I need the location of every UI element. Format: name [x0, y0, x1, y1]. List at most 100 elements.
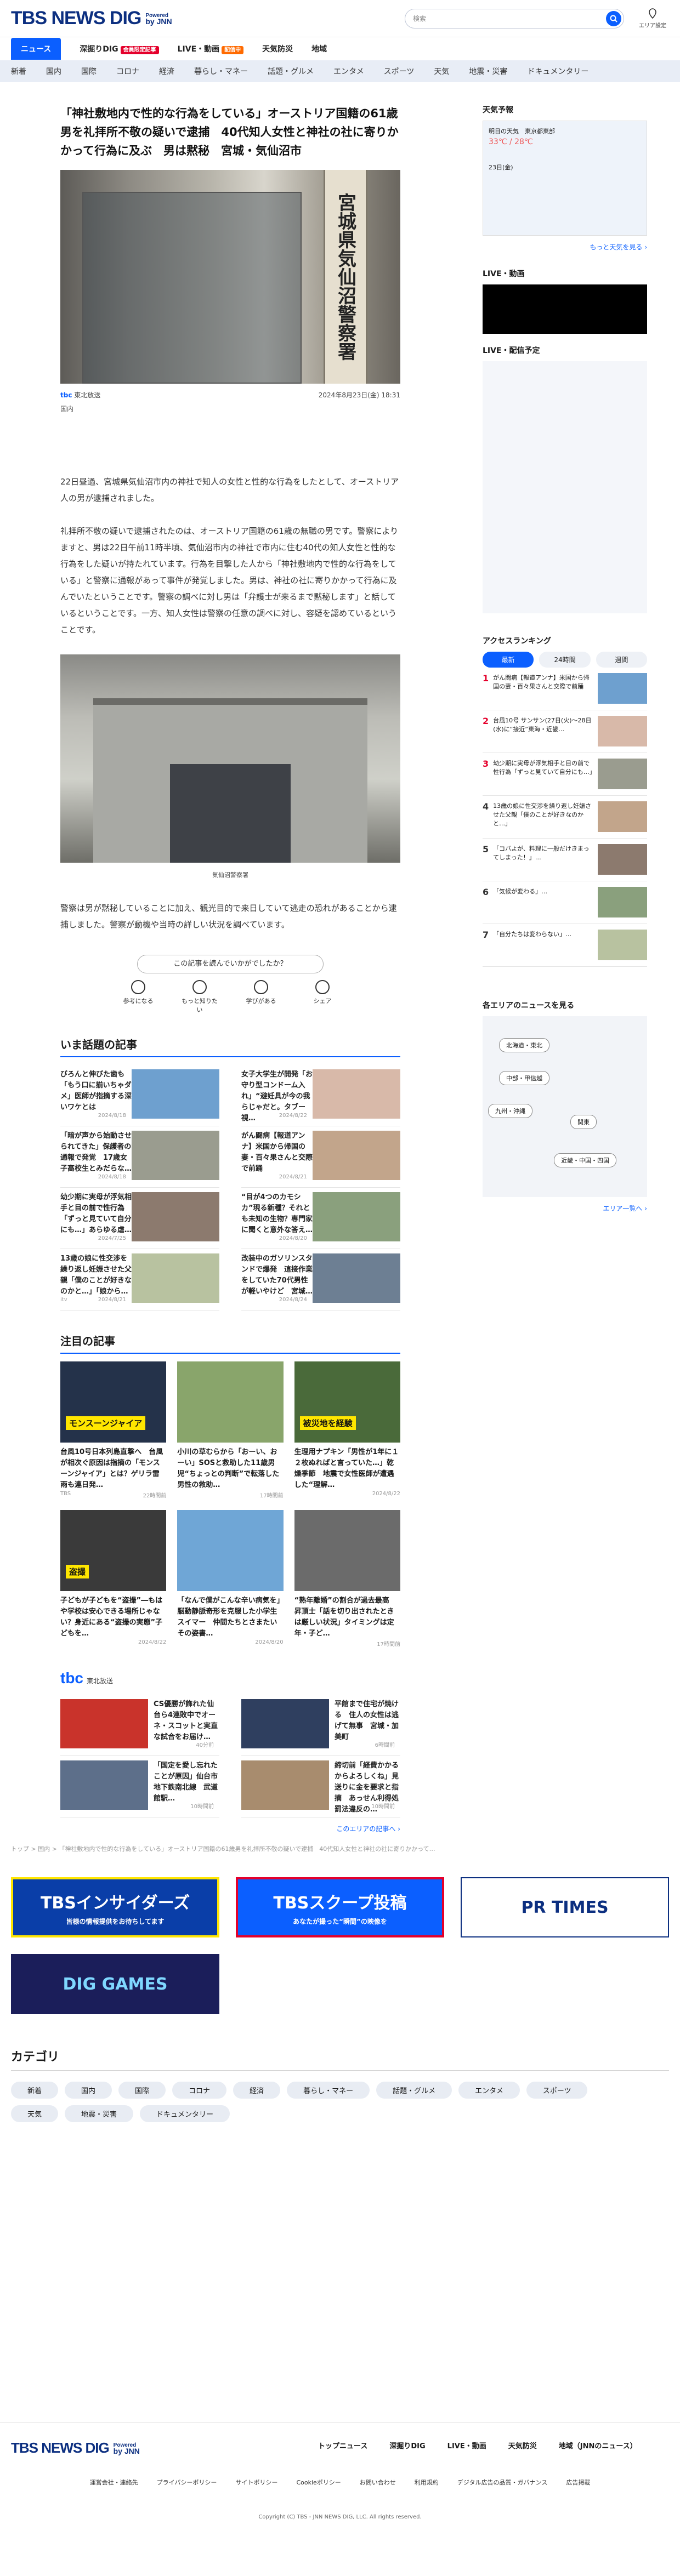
ranking-item[interactable]: 7 「自分たちは変わらない」… — [483, 924, 647, 967]
list-item[interactable]: 女子大学生が開発「お守り型コンドーム入れ」“避妊具が今の我らじゃだと。タブー視…… — [241, 1065, 400, 1126]
list-item[interactable]: CS優勝が飾れた仙台ら4連敗中でオーネ・スコットと実直な試合をお届け… 40分前 — [60, 1695, 219, 1756]
category-chip[interactable]: コロナ — [172, 2082, 227, 2099]
category-chip[interactable]: 話題・グルメ — [376, 2082, 452, 2099]
area-button[interactable]: 関東 — [570, 1115, 597, 1129]
footer-sub-link[interactable]: 利用規約 — [415, 2478, 439, 2487]
subnav-item[interactable]: 新着 — [11, 66, 26, 77]
weather-card[interactable]: 明日の天気 東京都東部 33℃ / 28℃ 23日(金) — [483, 121, 647, 236]
footer-sub-link[interactable]: サイトポリシー — [235, 2478, 277, 2487]
area-list-link[interactable]: エリア一覧へ › — [483, 1204, 647, 1213]
category-chip[interactable]: 新着 — [11, 2082, 59, 2099]
subnav-item[interactable]: 暮らし・マネー — [194, 66, 248, 77]
subnav-item[interactable]: 地震・災害 — [469, 66, 507, 77]
search-icon[interactable] — [606, 10, 621, 26]
category-heading: カテゴリ — [11, 2047, 669, 2071]
area-button[interactable]: 九州・沖縄 — [488, 1104, 532, 1118]
category-chip[interactable]: ドキュメンタリー — [140, 2105, 230, 2122]
list-item[interactable]: “目が4つのカモシカ”現る新種？それとも未知の生物？専門家に聞くと意外な答え… 2… — [241, 1188, 400, 1249]
category-chip[interactable]: エンタメ — [458, 2082, 520, 2099]
list-item[interactable]: 13歳の娘に性交渉を繰り返し妊娠させた父親「僕のことが好きなのかと…」「娘から…… — [60, 1249, 219, 1310]
ranking-item[interactable]: 6 「気候が変わる」… — [483, 881, 647, 924]
featured-card[interactable]: モンスーンジャイア 台風10号日本列島直撃へ 台風が相次ぐ原因は指摘の「モンスーン… — [60, 1361, 167, 1499]
subnav-item[interactable]: 話題・グルメ — [268, 66, 314, 77]
article-source[interactable]: tbc 東北放送 — [60, 390, 100, 400]
featured-card[interactable]: 被災地を経験 生理用ナプキン「男性が1年に１２枚ぬればと言っていた…」乾燥季節 地… — [294, 1361, 400, 1499]
list-item[interactable]: 「暗が声から始動させられてきた」保護者の通報で発覚 17歳女子高校生とみだらな…… — [60, 1126, 219, 1188]
list-item[interactable]: 締切前「経費かかるからよろしくね」見送りに金を要求と指摘 あっせん利得処罰法違反… — [241, 1756, 400, 1817]
subnav-item[interactable]: 国際 — [81, 66, 97, 77]
subnav-item[interactable]: エンタメ — [333, 66, 364, 77]
area-button[interactable]: 近畿・中国・四国 — [554, 1153, 616, 1167]
footer-sub-link[interactable]: お問い合わせ — [360, 2478, 396, 2487]
footer-sub-link[interactable]: デジタル広告の品質・ガバナンス — [457, 2478, 548, 2487]
banner-1[interactable]: TBSスクープ投稿 あなたが撮った“瞬間”の映像を — [236, 1877, 444, 1937]
live-schedule-list[interactable] — [483, 361, 647, 613]
ranking-item[interactable]: 1 がん闘病【報道アンナ】米国から帰国の妻・百々果さんと交際で前踊 — [483, 668, 647, 710]
article-category[interactable]: 国内 — [60, 404, 400, 413]
live-player[interactable] — [483, 284, 647, 334]
ranking-item[interactable]: 3 幼少期に実母が浮気相手と目の前で性行為「ずっと見ていて自分にも…」 — [483, 753, 647, 796]
list-item[interactable]: びろんと伸びた歯も「もう口に揃いちゃダメ」医師が指摘する深いワケとは 2024/8… — [60, 1065, 219, 1126]
featured-card[interactable]: “熟年離婚”の割合が過去最高 昇頂士「話を切り出されたときは厳しい状況」タイミン… — [294, 1510, 400, 1648]
list-item[interactable]: 幼少期に実母が浮気相手と目の前で性行為「ずっと見ていて自分にも…」あらゆる虐… 2… — [60, 1188, 219, 1249]
list-item[interactable]: がん闘病【報道アンナ】米国から帰国の妻・百々果さんと交際で前踊 2024/8/21 — [241, 1126, 400, 1188]
category-chip[interactable]: 国際 — [118, 2082, 166, 2099]
featured-title: 台風10号日本列島直撃へ 台風が相次ぐ原因は指摘の「モンスーンジャイア」とは？ゲ… — [60, 1448, 163, 1489]
banner-3[interactable]: DIG GAMES — [11, 1954, 219, 2014]
subnav-item[interactable]: 国内 — [46, 66, 61, 77]
site-footer: TBS NEWS DIG Powered by JNN トップニュース 深掘りDIG L… — [0, 2423, 680, 2576]
ranking-tab[interactable]: 最新 — [483, 652, 534, 668]
footer-link[interactable]: 地域（JNNのニュース） — [559, 2440, 637, 2450]
category-chip[interactable]: 経済 — [233, 2082, 281, 2099]
footer-sub-link[interactable]: 運営会社・連絡先 — [90, 2478, 138, 2487]
feedback-option[interactable]: 参考になる — [118, 980, 158, 1014]
area-button[interactable]: 中部・甲信越 — [499, 1071, 549, 1085]
feedback-option[interactable]: もっと知りたい — [180, 980, 219, 1014]
banner-0[interactable]: TBSインサイダーズ 皆様の情報提供をお待ちしてます — [11, 1877, 219, 1937]
footer-sub-link[interactable]: Cookieポリシー — [296, 2478, 341, 2487]
category-chip[interactable]: スポーツ — [526, 2082, 588, 2099]
footer-link[interactable]: 天気防災 — [508, 2440, 537, 2450]
area-button[interactable]: 北海道・東北 — [499, 1038, 549, 1052]
footer-link[interactable]: トップニュース — [318, 2440, 367, 2450]
ranking-item[interactable]: 5 「コバよが、料理に一般だけきまってしまった！」… — [483, 839, 647, 881]
subnav-item[interactable]: コロナ — [116, 66, 139, 77]
footer-link[interactable]: 深掘りDIG — [389, 2440, 425, 2450]
list-item[interactable]: 「国定を愛し忘れたことが原因」仙台市地下鉄南北線 武道館駅… 10時間前 — [60, 1756, 219, 1817]
list-item[interactable]: 平館まで住宅が焼ける 住人の女性は逃げて無事 宮城・加美町 6時間前 — [241, 1695, 400, 1756]
subnav-item[interactable]: 経済 — [159, 66, 174, 77]
nav-item-1[interactable]: 深掘りDIG 会員限定記事 — [80, 43, 159, 54]
category-chip[interactable]: 天気 — [11, 2105, 59, 2122]
nav-item-2[interactable]: LIVE・動画 配信中 — [178, 43, 244, 54]
subnav-item[interactable]: ドキュメンタリー — [527, 66, 588, 77]
tbc-logo[interactable]: tbc 東北放送 — [60, 1669, 400, 1687]
footer-link[interactable]: LIVE・動画 — [447, 2440, 486, 2450]
category-chip[interactable]: 暮らし・マネー — [287, 2082, 370, 2099]
feedback-option[interactable]: シェア — [303, 980, 342, 1014]
nav-item-3[interactable]: 天気防災 — [262, 43, 293, 54]
nav-item-4[interactable]: 地域 — [311, 43, 327, 54]
nav-item-0[interactable]: ニュース — [11, 38, 61, 60]
weather-more-link[interactable]: もっと天気を見る › — [483, 242, 647, 252]
ranking-tab[interactable]: 週間 — [596, 652, 647, 668]
category-chip[interactable]: 国内 — [65, 2082, 112, 2099]
area-more-link[interactable]: このエリアの記事へ › — [60, 1824, 400, 1833]
list-item[interactable]: 改装中のガソリンスタンドで爆発 這接作業をしていた70代男性が軽いやけど 宮城…… — [241, 1249, 400, 1310]
featured-card[interactable]: 盗撮 子どもが子どもを“盗撮”―もはや学校は安心できる場所じゃない？身近にある“盗… — [60, 1510, 167, 1648]
ranking-tab[interactable]: 24時間 — [539, 652, 591, 668]
subnav-item[interactable]: スポーツ — [384, 66, 415, 77]
banner-2[interactable]: PR TIMES — [461, 1877, 669, 1937]
site-logo[interactable]: TBS NEWS DIG Powered by JNN — [11, 8, 172, 29]
sub-nav: 新着 国内 国際 コロナ 経済 暮らし・マネー 話題・グルメ エンタメ スポーツ 天気 地震・災害 ド… — [0, 60, 680, 82]
featured-card[interactable]: 小川の草むらから「おーい、おーい」SOSと救助した11歳男児“ちょっとの判断”で… — [177, 1361, 284, 1499]
feedback-option[interactable]: 学びがある — [241, 980, 281, 1014]
search-input[interactable]: 検索 — [405, 8, 624, 29]
category-chip[interactable]: 地震・災害 — [65, 2105, 134, 2122]
area-setting-button[interactable]: エリア設定 — [636, 8, 669, 29]
featured-card[interactable]: 「なんで僕がこんな辛い病気を」脳動静脈奇形を克服した小学生スイマー 仲間たちとさ… — [177, 1510, 284, 1648]
footer-sub-link[interactable]: プライバシーポリシー — [157, 2478, 217, 2487]
ranking-item[interactable]: 4 13歳の娘に性交渉を繰り返し妊娠させた父親「僕のことが好きなのかと…」 — [483, 796, 647, 839]
subnav-item[interactable]: 天気 — [434, 66, 449, 77]
ranking-item[interactable]: 2 台風10号 サンサン(27日(火)～28日(水)に“接近”東海・近畿… — [483, 710, 647, 753]
footer-sub-link[interactable]: 広告掲載 — [566, 2478, 590, 2487]
